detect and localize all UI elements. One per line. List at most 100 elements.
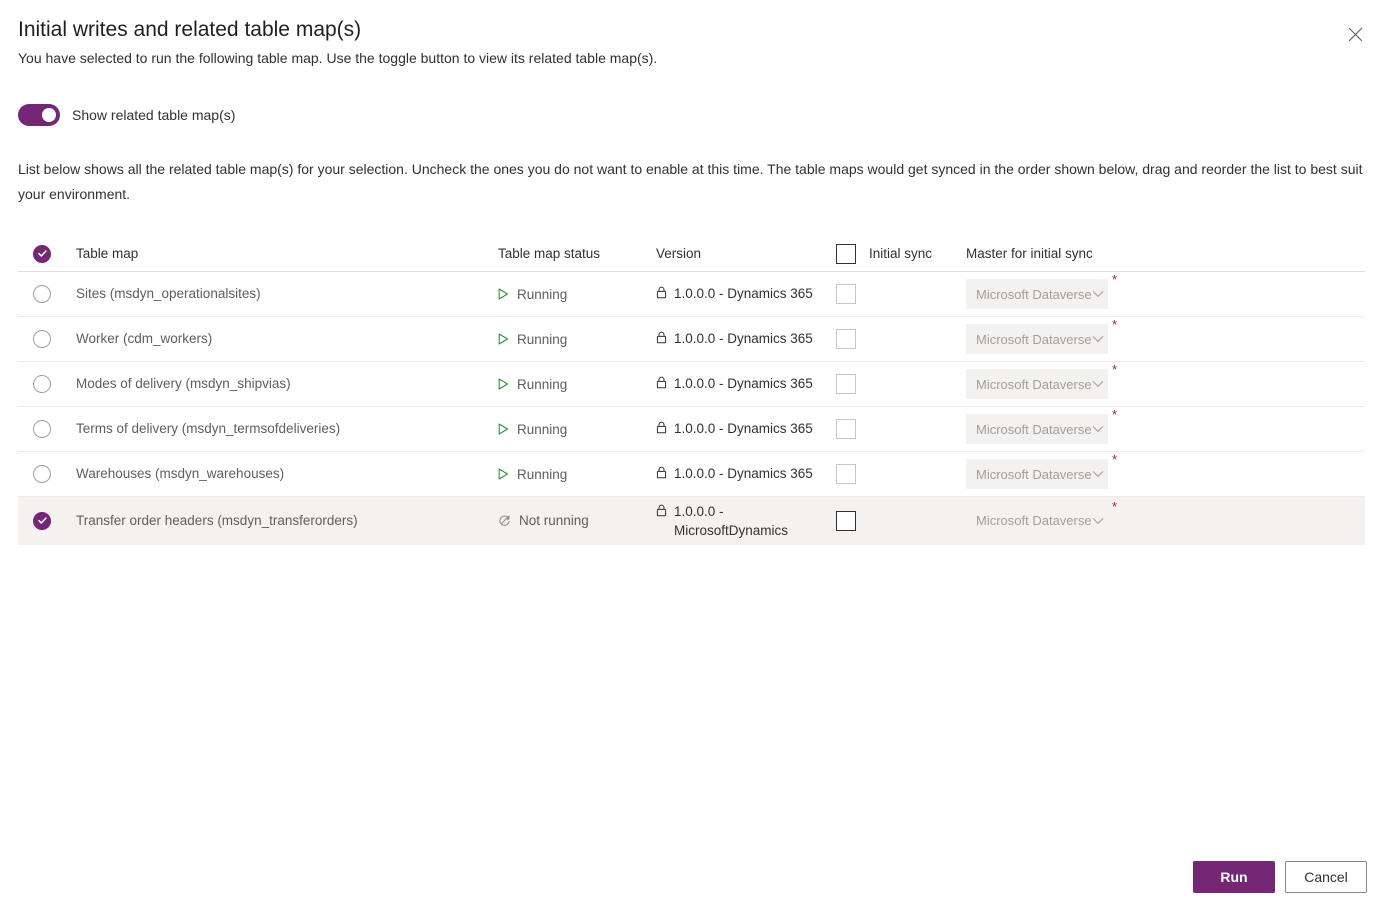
row-status-label: Running — [517, 286, 568, 302]
row-initial-sync-checkbox[interactable] — [836, 374, 856, 394]
row-status-cell: Running — [498, 287, 656, 302]
row-initial-sync-checkbox[interactable] — [836, 464, 856, 484]
play-icon — [498, 468, 509, 480]
row-initial-sync-checkbox[interactable] — [836, 419, 856, 439]
row-table-map-name-cell: Terms of delivery (msdyn_termsofdeliveri… — [76, 420, 498, 438]
row-initial-sync-cell — [836, 464, 966, 484]
status-badge: Not running — [498, 513, 656, 528]
row-master-cell: Microsoft Dataverse * — [966, 500, 1365, 536]
row-table-map-name-cell: Sites (msdyn_operationalsites) — [76, 285, 498, 303]
row-select-toggle[interactable] — [33, 420, 51, 438]
dialog-description: List below shows all the related table m… — [18, 161, 1363, 202]
row-select-cell — [18, 420, 76, 438]
row-select-toggle[interactable] — [33, 511, 51, 530]
lock-icon — [656, 284, 667, 304]
row-table-map-name-cell: Worker (cdm_workers) — [76, 330, 498, 348]
chevron-down-icon — [1092, 465, 1104, 483]
row-master-cell: Microsoft Dataverse * — [966, 408, 1365, 444]
table-row[interactable]: Worker (cdm_workers) Running 1.0.0.0 - Dyn… — [18, 317, 1365, 362]
row-master-cell: Microsoft Dataverse * — [966, 318, 1365, 354]
row-table-map-name: Warehouses (msdyn_warehouses) — [76, 466, 285, 481]
run-button[interactable]: Run — [1193, 861, 1275, 893]
status-badge: Running — [498, 377, 656, 392]
row-select-cell — [18, 375, 76, 393]
row-select-toggle[interactable] — [33, 375, 51, 393]
show-related-toggle[interactable] — [18, 104, 60, 126]
row-table-map-name: Transfer order headers (msdyn_transferor… — [76, 512, 358, 528]
play-icon — [498, 423, 509, 435]
status-badge: Running — [498, 287, 656, 302]
lock-icon — [656, 329, 667, 349]
table-row[interactable]: Modes of delivery (msdyn_shipvias) Runnin… — [18, 362, 1365, 407]
dialog-subtitle: You have selected to run the following t… — [18, 50, 658, 66]
master-for-initial-sync-dropdown[interactable]: Microsoft Dataverse — [966, 279, 1108, 309]
not-running-icon — [498, 514, 511, 527]
table-row[interactable]: Sites (msdyn_operationalsites) Running 1.0… — [18, 272, 1365, 317]
required-asterisk: * — [1112, 452, 1118, 467]
row-initial-sync-cell — [836, 510, 966, 531]
row-select-toggle[interactable] — [33, 330, 51, 348]
master-for-initial-sync-dropdown[interactable]: Microsoft Dataverse — [966, 505, 1108, 536]
row-table-map-name-cell: Warehouses (msdyn_warehouses) — [76, 465, 498, 483]
close-button[interactable] — [1339, 18, 1371, 50]
row-select-toggle[interactable] — [33, 465, 51, 483]
cancel-button[interactable]: Cancel — [1285, 861, 1367, 893]
dialog-panel: Initial writes and related table map(s) … — [0, 0, 1389, 907]
row-master-cell: Microsoft Dataverse * — [966, 453, 1365, 489]
row-table-map-name: Worker (cdm_workers) — [76, 331, 213, 346]
table-row[interactable]: Warehouses (msdyn_warehouses) Running 1.0.… — [18, 452, 1365, 497]
table-row[interactable]: Transfer order headers (msdyn_transferor… — [18, 497, 1365, 545]
row-master-cell: Microsoft Dataverse * — [966, 363, 1365, 399]
table-header-row: Table map Table map status Version Initi… — [18, 236, 1365, 272]
select-all-initial-sync-checkbox[interactable] — [836, 243, 856, 264]
chevron-down-icon — [1092, 420, 1104, 438]
required-asterisk: * — [1112, 317, 1118, 332]
close-icon — [1348, 27, 1363, 42]
table-row[interactable]: Terms of delivery (msdyn_termsofdeliveri… — [18, 407, 1365, 452]
row-version-label: 1.0.0.0 - MicrosoftDynamics — [674, 503, 789, 538]
master-for-initial-sync-dropdown[interactable]: Microsoft Dataverse — [966, 324, 1108, 354]
row-status-label: Not running — [519, 513, 589, 528]
select-all-toggle[interactable] — [33, 244, 51, 263]
column-header-status[interactable]: Table map status — [498, 245, 656, 263]
row-table-map-name: Modes of delivery (msdyn_shipvias) — [76, 376, 291, 391]
lock-icon — [656, 464, 667, 484]
dialog-footer: Run Cancel — [1193, 861, 1367, 893]
master-for-initial-sync-dropdown[interactable]: Microsoft Dataverse — [966, 414, 1108, 444]
play-icon — [498, 288, 509, 300]
row-initial-sync-checkbox[interactable] — [836, 510, 856, 531]
row-version-label: 1.0.0.0 - Dynamics 365 — [674, 466, 813, 481]
master-dropdown-value: Microsoft Dataverse — [976, 421, 1092, 437]
row-initial-sync-cell — [836, 374, 966, 394]
play-icon — [498, 333, 509, 345]
row-version-cell: 1.0.0.0 - Dynamics 365 — [656, 329, 836, 349]
chevron-down-icon — [1092, 512, 1104, 530]
row-select-cell — [18, 285, 76, 303]
row-initial-sync-checkbox[interactable] — [836, 329, 856, 349]
required-asterisk: * — [1112, 272, 1118, 287]
required-asterisk: * — [1112, 498, 1118, 514]
row-status-label: Running — [517, 331, 568, 347]
chevron-down-icon — [1092, 375, 1104, 393]
master-dropdown-value: Microsoft Dataverse — [976, 376, 1092, 392]
row-initial-sync-cell — [836, 284, 966, 304]
column-header-version[interactable]: Version — [656, 245, 836, 263]
row-version-cell: 1.0.0.0 - Dynamics 365 — [656, 419, 836, 439]
master-for-initial-sync-dropdown[interactable]: Microsoft Dataverse — [966, 369, 1108, 399]
master-dropdown-value: Microsoft Dataverse — [976, 513, 1092, 528]
table-maps-table: Table map Table map status Version Initi… — [18, 236, 1365, 545]
column-header-master: Master for initial sync — [966, 246, 1093, 261]
row-version-label: 1.0.0.0 - Dynamics 365 — [674, 331, 813, 346]
column-header-table-map[interactable]: Table map — [76, 245, 498, 263]
row-initial-sync-checkbox[interactable] — [836, 284, 856, 304]
row-select-toggle[interactable] — [33, 285, 51, 303]
chevron-down-icon — [1092, 330, 1104, 348]
row-table-map-name-cell: Transfer order headers (msdyn_transferor… — [76, 512, 498, 530]
master-for-initial-sync-dropdown[interactable]: Microsoft Dataverse — [966, 459, 1108, 489]
row-version-cell: 1.0.0.0 - MicrosoftDynamics — [656, 502, 836, 540]
row-status-cell: Running — [498, 377, 656, 392]
required-asterisk: * — [1112, 407, 1118, 422]
row-table-map-name-cell: Modes of delivery (msdyn_shipvias) — [76, 375, 498, 393]
lock-icon — [656, 419, 667, 439]
row-status-label: Running — [517, 376, 568, 392]
